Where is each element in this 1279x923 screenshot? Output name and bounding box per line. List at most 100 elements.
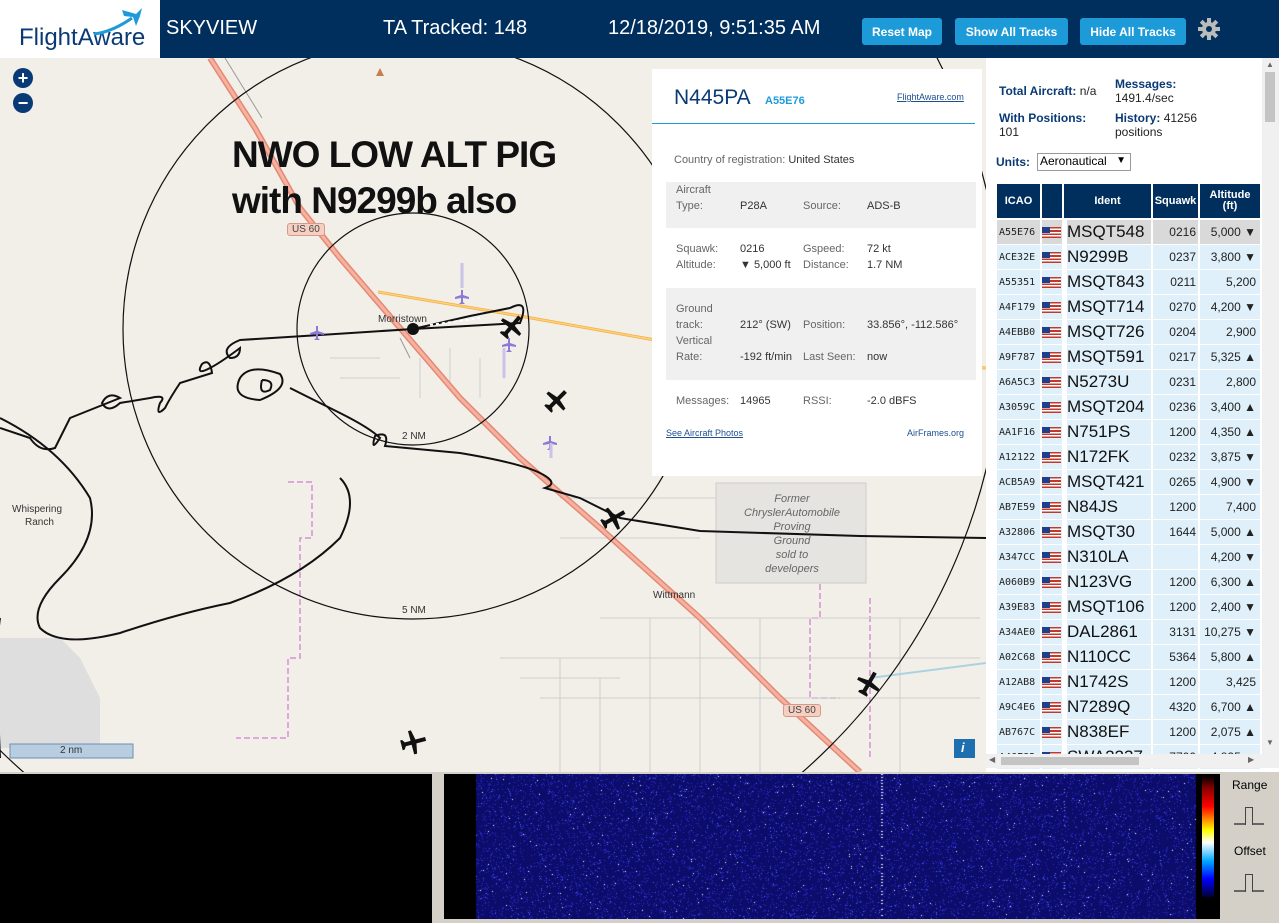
table-row[interactable]: A32806 MSQT30 1644 5,000 ▲ xyxy=(997,520,1260,544)
col-altitude[interactable]: Altitude (ft) xyxy=(1200,184,1260,218)
table-row[interactable]: A55E76 MSQT548 0216 5,000 ▼ xyxy=(997,220,1260,244)
horizontal-scrollbar[interactable]: ◀ ▶ xyxy=(986,754,1279,768)
table-row[interactable]: A4F179 MSQT714 0270 4,200 ▼ xyxy=(997,295,1260,319)
cell-icao: ACB5A9 xyxy=(997,470,1040,494)
country-label: Country of registration: xyxy=(674,154,786,166)
last-seen-value: now xyxy=(867,351,888,363)
rssi-value: -2.0 dBFS xyxy=(867,395,917,407)
source-label: Source: xyxy=(803,200,841,212)
zoom-in-button[interactable]: + xyxy=(13,68,33,88)
positions-value: 101 xyxy=(999,125,1020,139)
scroll-up-icon[interactable]: ▲ xyxy=(1266,60,1274,69)
offset-slider[interactable] xyxy=(1234,874,1264,896)
table-row[interactable]: AA1F16 N751PS 1200 4,350 ▲ xyxy=(997,420,1260,444)
offset-label: Offset xyxy=(1234,844,1266,858)
col-flag[interactable] xyxy=(1042,184,1062,218)
former-line: ChryslerAutomobile xyxy=(744,507,840,519)
cell-icao: A12122 xyxy=(997,445,1040,469)
us-flag-icon xyxy=(1042,626,1061,638)
scroll-thumb[interactable] xyxy=(1265,72,1275,122)
us-flag-icon xyxy=(1042,676,1061,688)
info-callsign: N445PA xyxy=(674,86,751,109)
altitude-label: Altitude: xyxy=(676,259,716,271)
cell-icao: A9C4E6 xyxy=(997,695,1040,719)
table-row[interactable]: A9C4E6 N7289Q 4320 6,700 ▲ xyxy=(997,695,1260,719)
table-row[interactable]: A12122 N172FK 0232 3,875 ▼ xyxy=(997,445,1260,469)
cell-altitude: 4,900 ▼ xyxy=(1200,470,1260,494)
table-row[interactable]: A39E83 MSQT106 1200 2,400 ▼ xyxy=(997,595,1260,619)
cell-ident: N838EF xyxy=(1067,720,1151,744)
hide-all-tracks-button[interactable]: Hide All Tracks xyxy=(1080,18,1186,45)
table-row[interactable]: A12AB8 N1742S 1200 3,425 xyxy=(997,670,1260,694)
table-row[interactable]: ACE32E N9299B 0237 3,800 ▼ xyxy=(997,245,1260,269)
total-aircraft-value: n/a xyxy=(1079,84,1097,98)
scroll-left-icon[interactable]: ◀ xyxy=(989,755,995,764)
show-all-tracks-button[interactable]: Show All Tracks xyxy=(955,18,1068,45)
cell-altitude: 2,900 xyxy=(1200,320,1260,344)
annotation-line-1: NWO LOW ALT PIG xyxy=(232,134,557,175)
cell-icao: A39E83 xyxy=(997,595,1040,619)
airframes-link[interactable]: AirFrames.org xyxy=(907,428,964,438)
range-slider[interactable] xyxy=(1234,807,1264,829)
cell-ident: N84JS xyxy=(1067,495,1151,519)
table-row[interactable]: A02C68 N110CC 5364 5,800 ▲ xyxy=(997,645,1260,669)
header-bar: FlightAware SKYVIEW TA Tracked: 148 12/1… xyxy=(0,0,1279,58)
scroll-thumb[interactable] xyxy=(1001,757,1139,765)
table-row[interactable]: A3059C MSQT204 0236 3,400 ▲ xyxy=(997,395,1260,419)
scroll-right-icon[interactable]: ▶ xyxy=(1248,755,1254,764)
us-flag-icon xyxy=(1042,651,1061,663)
gear-icon[interactable] xyxy=(1197,17,1221,41)
cell-flag xyxy=(1042,520,1062,544)
aircraft-photos-link[interactable]: See Aircraft Photos xyxy=(666,428,743,438)
table-row[interactable]: A347CC N310LA 4,200 ▼ xyxy=(997,545,1260,569)
cell-flag xyxy=(1042,645,1062,669)
reset-map-button[interactable]: Reset Map xyxy=(862,18,942,45)
cell-ident: N1742S xyxy=(1067,670,1151,694)
history-value: 41256 xyxy=(1163,111,1198,125)
table-row[interactable]: AB7E59 N84JS 1200 7,400 xyxy=(997,495,1260,519)
table-row[interactable]: A6A5C3 N5273U 0231 2,800 xyxy=(997,370,1260,394)
ring-label-5nm: 5 NM xyxy=(402,605,426,616)
cell-flag xyxy=(1042,245,1062,269)
table-row[interactable]: A55351 MSQT843 0211 5,200 xyxy=(997,270,1260,294)
table-row[interactable]: A4EBB0 MSQT726 0204 2,900 xyxy=(997,320,1260,344)
aircraft-icon xyxy=(600,507,626,530)
col-squawk[interactable]: Squawk xyxy=(1153,184,1198,218)
table-row[interactable]: AB767C N838EF 1200 2,075 ▲ xyxy=(997,720,1260,744)
zoom-out-button[interactable]: − xyxy=(13,93,33,113)
cell-flag xyxy=(1042,670,1062,694)
annotation-line-2: with N9299b also xyxy=(232,180,517,221)
table-row[interactable]: ACB5A9 MSQT421 0265 4,900 ▼ xyxy=(997,470,1260,494)
aircraft-icon xyxy=(455,290,469,304)
slider-handle[interactable] xyxy=(1245,807,1253,825)
cell-altitude: 10,275 ▼ xyxy=(1200,620,1260,644)
units-select[interactable]: Aeronautical ▼ xyxy=(1037,153,1131,171)
col-icao[interactable]: ICAO xyxy=(997,184,1040,218)
us60-shield: US 60 xyxy=(287,223,325,236)
vertical-scrollbar[interactable]: ▲ ▼ xyxy=(1262,58,1279,756)
table-row[interactable]: A060B9 N123VG 1200 6,300 ▲ xyxy=(997,570,1260,594)
slider-handle[interactable] xyxy=(1245,874,1253,892)
flightaware-logo[interactable]: FlightAware xyxy=(0,0,160,58)
us-flag-icon xyxy=(1042,576,1061,588)
scroll-down-icon[interactable]: ▼ xyxy=(1266,738,1274,747)
app-name: SKYVIEW xyxy=(166,17,258,39)
info-icon[interactable]: i xyxy=(961,740,965,755)
cell-squawk: 1200 xyxy=(1153,670,1198,694)
map-view[interactable]: + − NWO LOW ALT PIG with N9299b also Mor… xyxy=(0,58,986,772)
info-hex: A55E76 xyxy=(765,95,805,107)
place-whispering-1: Whispering xyxy=(12,504,63,515)
cell-altitude: 2,075 ▲ xyxy=(1200,720,1260,744)
cell-flag xyxy=(1042,370,1062,394)
country-value: United States xyxy=(788,154,855,166)
flightaware-link[interactable]: FlightAware.com xyxy=(897,92,964,102)
former-line: sold to xyxy=(775,549,809,561)
col-ident[interactable]: Ident xyxy=(1064,184,1151,218)
waterfall-spectrum[interactable] xyxy=(444,774,1220,919)
aircraft-sidebar: Total Aircraft: n/a Messages: 1491.4/sec… xyxy=(986,58,1279,772)
source-value: ADS-B xyxy=(867,200,901,212)
table-row[interactable]: A9F787 MSQT591 0217 5,325 ▲ xyxy=(997,345,1260,369)
squawk-label: Squawk: xyxy=(676,243,719,255)
former-proving-ground-label: Former ChryslerAutomobile Proving Ground… xyxy=(728,492,856,576)
table-row[interactable]: A34AE0 DAL2861 3131 10,275 ▼ xyxy=(997,620,1260,644)
